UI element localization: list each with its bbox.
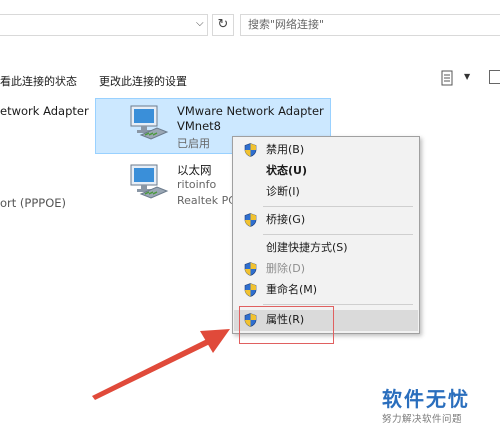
view-dropdown-icon[interactable]: ▼ — [464, 72, 470, 81]
menu-item-label: 诊断(I) — [266, 185, 300, 198]
menu-item-status[interactable]: 状态(U) — [234, 161, 418, 181]
chevron-down-icon[interactable]: ⌵ — [196, 18, 204, 29]
shield-icon — [244, 213, 257, 227]
view-status-command[interactable]: 看此连接的状态 — [0, 73, 77, 89]
menu-item-label: 桥接(G) — [266, 213, 306, 226]
context-menu: 禁用(B) 状态(U) 诊断(I) 桥接(G) 创建快捷方式(S) 删除(D) … — [232, 136, 420, 334]
change-settings-command[interactable]: 更改此连接的设置 — [99, 73, 187, 89]
left-adapter-name[interactable]: etwork Adapter — [0, 104, 89, 118]
preview-pane-icon[interactable] — [489, 70, 500, 84]
menu-item-rename[interactable]: 重命名(M) — [234, 280, 418, 300]
menu-item-label: 创建快捷方式(S) — [266, 241, 348, 254]
adapter-subtitle: ritoinfo — [177, 178, 217, 191]
menu-item-label: 状态(U) — [266, 164, 307, 177]
annotation-highlight-box — [239, 306, 334, 344]
watermark-subtitle: 努力解决软件问题 — [382, 414, 463, 425]
left-adapter-type: ort (PPPOE) — [0, 196, 67, 210]
shield-icon — [244, 143, 257, 157]
watermark-title: 软件无忧 — [382, 387, 470, 411]
address-bar[interactable] — [0, 14, 208, 36]
menu-item-label: 删除(D) — [266, 262, 306, 275]
search-input[interactable]: 搜索"网络连接" — [240, 14, 500, 36]
view-options-icon[interactable] — [441, 70, 453, 86]
menu-separator — [263, 304, 413, 305]
menu-item-delete[interactable]: 删除(D) — [234, 259, 418, 279]
menu-item-label: 重命名(M) — [266, 283, 318, 296]
menu-item-disable[interactable]: 禁用(B) — [234, 140, 418, 160]
menu-item-diagnose[interactable]: 诊断(I) — [234, 182, 418, 202]
adapter-status: 已启用 — [177, 137, 210, 150]
menu-item-label: 禁用(B) — [266, 143, 305, 156]
refresh-icon[interactable]: ↻ — [212, 14, 234, 36]
adapter-device: Realtek PC — [177, 194, 236, 207]
shield-icon — [244, 262, 257, 276]
menu-item-bridge[interactable]: 桥接(G) — [234, 210, 418, 230]
menu-separator — [263, 206, 413, 207]
adapter-name: 以太网 — [177, 163, 212, 177]
network-adapter-icon — [130, 105, 169, 140]
menu-separator — [263, 234, 413, 235]
adapter-name: VMware Network Adapter — [177, 104, 324, 118]
shield-icon — [244, 283, 257, 297]
adapter-subtitle: VMnet8 — [177, 119, 221, 133]
network-adapter-icon[interactable] — [127, 163, 171, 201]
menu-item-create-shortcut[interactable]: 创建快捷方式(S) — [234, 238, 418, 258]
